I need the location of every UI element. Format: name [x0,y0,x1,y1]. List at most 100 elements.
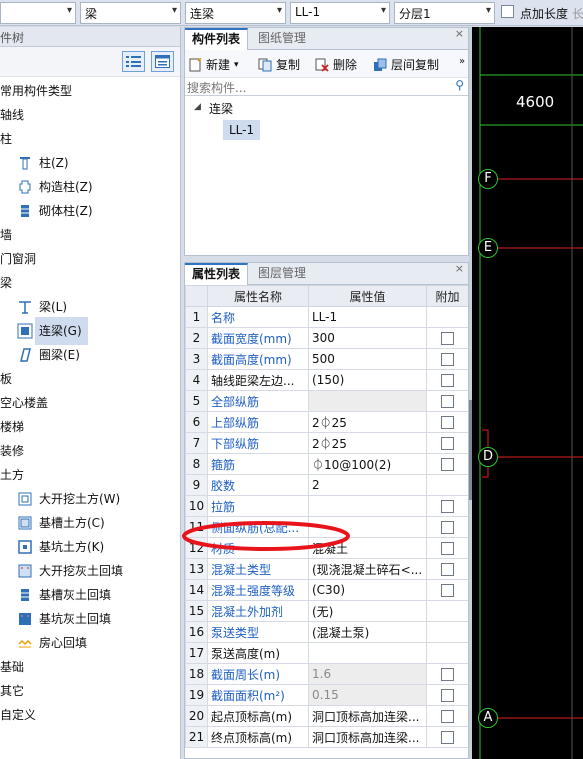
new-button[interactable]: 新建 ▾ [188,56,239,73]
tree-item[interactable]: 门窗洞 [0,247,181,271]
property-row[interactable]: 1 名称 LL-1 [185,306,468,328]
tree-item[interactable]: 空心楼盖 [0,391,181,415]
add-length-checkbox[interactable] [501,5,514,18]
close-icon[interactable]: × [455,263,464,275]
expand-icon[interactable]: ◢ [194,102,201,112]
property-value[interactable]: 300 [308,327,427,349]
tree-item[interactable]: 梁 [0,271,181,295]
property-value[interactable]: (混凝土泵) [308,621,427,643]
tree-item[interactable]: 梁(L) [0,295,181,319]
extra-checkbox[interactable] [441,667,454,681]
tab-drawing-management[interactable]: 图纸管理 [251,28,313,50]
extra-checkbox[interactable] [441,562,454,576]
tree-item[interactable]: 柱(Z) [0,151,181,175]
floor-layer-combo[interactable]: 分层1 ▾ [394,2,495,24]
tree-item[interactable]: 基坑灰土回填 [0,607,181,631]
extra-checkbox[interactable] [441,709,454,723]
axis-label-e[interactable]: E [478,238,498,258]
tree-item[interactable]: 大开挖灰土回填 [0,559,181,583]
property-value[interactable]: LL-1 [308,306,427,328]
tree-item[interactable]: 常用构件类型 [0,79,181,103]
extra-checkbox[interactable] [441,436,454,450]
list-view-button[interactable] [122,51,145,72]
tree-item[interactable]: 连梁(G) [0,317,181,345]
property-value[interactable]: 1.6 [308,663,427,685]
tab-property-list[interactable]: 属性列表 [185,263,249,285]
tree-item[interactable]: 轴线 [0,103,181,127]
property-row[interactable]: 4 轴线距梁左边... (150) [185,369,468,391]
tree-node-ll1[interactable]: LL-1 [223,120,261,140]
tree-item[interactable]: 基坑土方(K) [0,535,181,559]
extra-checkbox[interactable] [441,373,454,387]
extra-checkbox[interactable] [441,688,454,702]
property-value[interactable]: (现浇混凝土碎石<... [308,558,427,580]
tree-item[interactable]: 柱 [0,127,181,151]
property-value[interactable]: 2⏀25 [308,432,427,454]
property-row[interactable]: 19 截面面积(m²) 0.15 [185,684,468,706]
tree-item[interactable]: 土方 [0,463,181,487]
property-row[interactable]: 5 全部纵筋 [185,390,468,412]
tree-item[interactable]: 砌体柱(Z) [0,199,181,223]
property-row[interactable]: 2 截面宽度(mm) 300 [185,327,468,349]
extra-checkbox[interactable] [441,499,454,513]
property-row[interactable]: 7 下部纵筋 2⏀25 [185,432,468,454]
property-row[interactable]: 9 胶数 2 [185,474,468,496]
tree-item[interactable]: 基础 [0,655,181,679]
extra-checkbox[interactable] [441,394,454,408]
extra-checkbox[interactable] [441,520,454,534]
property-row[interactable]: 15 混凝土外加剂 (无) [185,600,468,622]
property-row[interactable]: 13 混凝土类型 (现浇混凝土碎石<... [185,558,468,580]
extra-checkbox[interactable] [441,730,454,744]
property-row[interactable]: 8 箍筋 ⏀10@100(2) [185,453,468,475]
axis-label-a[interactable]: A [478,708,498,728]
tree-item[interactable]: 板 [0,367,181,391]
more-icon[interactable]: » [459,56,465,67]
property-value[interactable]: ⏀10@100(2) [308,453,427,475]
tree-item[interactable]: 楼梯 [0,415,181,439]
type-combo[interactable]: 连梁 ▾ [185,2,286,24]
property-row[interactable]: 20 起点顶标高(m) 洞口顶标高加连梁... [185,705,468,727]
property-value[interactable]: 500 [308,348,427,370]
property-value[interactable] [308,495,427,517]
component-combo[interactable]: LL-1 ▾ [290,2,390,24]
tree-item[interactable]: 房心回填 [0,631,181,655]
copy-button[interactable]: 复制 [258,56,300,73]
extra-checkbox[interactable] [441,583,454,597]
tree-item[interactable]: 基槽土方(C) [0,511,181,535]
extra-checkbox[interactable] [441,415,454,429]
property-value[interactable] [308,642,427,664]
extra-checkbox[interactable] [441,331,454,345]
property-value[interactable]: 2 [308,474,427,496]
tab-component-list[interactable]: 构件列表 [185,28,249,50]
property-value[interactable]: (150) [308,369,427,391]
category-combo[interactable]: 梁 ▾ [80,2,181,24]
delete-button[interactable]: 删除 [315,56,357,73]
tree-item[interactable]: 装修 [0,439,181,463]
property-row[interactable]: 21 终点顶标高(m) 洞口顶标高加连梁... [185,726,468,748]
tree-item[interactable]: 自定义 [0,703,181,727]
property-value[interactable]: (无) [308,600,427,622]
extra-checkbox[interactable] [441,457,454,471]
tree-node-coupling-beam[interactable]: 连梁 [209,100,233,117]
tree-item[interactable]: 基槽灰土回填 [0,583,181,607]
property-row[interactable]: 14 混凝土强度等级 (C30) [185,579,468,601]
component-search[interactable]: 搜索构件... ⚲ [185,78,468,96]
drawing-canvas[interactable]: 4600 F E D A [472,27,583,759]
level-combo[interactable]: ▾ [0,2,76,24]
tree-item[interactable]: 大开挖土方(W) [0,487,181,511]
property-value[interactable]: 洞口顶标高加连梁... [308,705,427,727]
property-value[interactable]: 0.15 [308,684,427,706]
property-row[interactable]: 6 上部纵筋 2⏀25 [185,411,468,433]
property-row[interactable]: 17 泵送高度(m) [185,642,468,664]
property-row[interactable]: 16 泵送类型 (混凝土泵) [185,621,468,643]
tree-item[interactable]: 其它 [0,679,181,703]
tree-item[interactable]: 构造柱(Z) [0,175,181,199]
tree-item[interactable]: 圈梁(E) [0,343,181,367]
floor-copy-button[interactable]: 层间复制 [373,56,439,73]
axis-label-d[interactable]: D [478,447,498,467]
window-view-button[interactable] [151,51,174,72]
axis-label-f[interactable]: F [478,169,498,189]
property-value[interactable]: (C30) [308,579,427,601]
property-value[interactable]: 洞口顶标高加连梁... [308,726,427,748]
close-icon[interactable]: × [455,27,464,40]
